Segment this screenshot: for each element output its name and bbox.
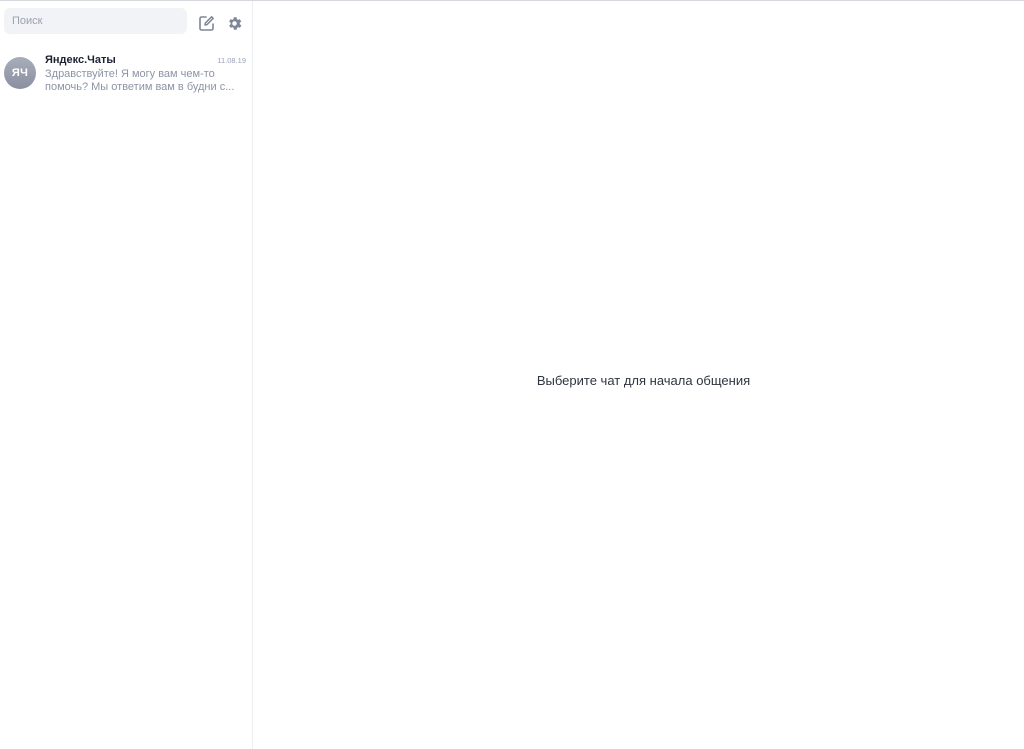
- compose-icon[interactable]: [196, 13, 216, 33]
- chat-name: Яндекс.Чаты: [45, 54, 116, 66]
- avatar: ЯЧ: [4, 57, 36, 89]
- empty-state-text: Выберите чат для начала общения: [536, 373, 751, 388]
- gear-icon[interactable]: [224, 13, 244, 33]
- chat-list-sidebar: ЯЧ Яндекс.Чаты 11.08.19 Здравствуйте! Я …: [0, 1, 253, 749]
- chat-area: Выберите чат для начала общения: [253, 1, 1024, 749]
- chat-preview-line-1: Здравствуйте! Я могу вам чем-то: [45, 68, 215, 80]
- search-box[interactable]: [4, 8, 187, 34]
- chat-preview: Здравствуйте! Я могу вам чем-то помочь? …: [45, 68, 245, 94]
- messenger-window: ЯЧ Яндекс.Чаты 11.08.19 Здравствуйте! Я …: [0, 0, 1024, 749]
- chat-date: 11.08.19: [217, 56, 246, 65]
- search-input[interactable]: [12, 15, 187, 27]
- chat-preview-line-2: помочь? Мы ответим вам в будни с...: [45, 81, 235, 93]
- chat-list-item[interactable]: ЯЧ Яндекс.Чаты 11.08.19 Здравствуйте! Я …: [0, 47, 252, 103]
